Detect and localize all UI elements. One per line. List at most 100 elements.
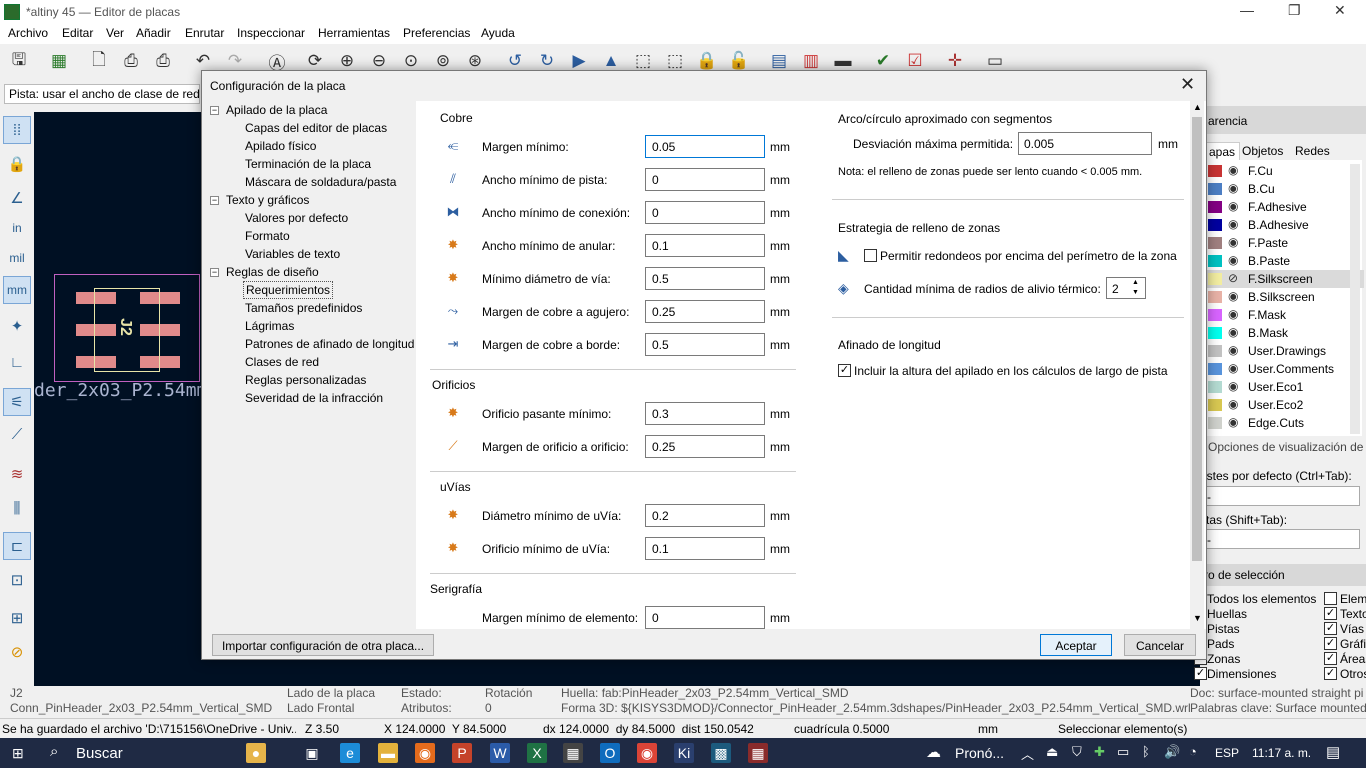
min-clearance-input[interactable]: 0.05: [645, 135, 765, 158]
track-outline-icon[interactable]: ⊘: [3, 638, 31, 666]
layer-row[interactable]: ◉ User.Drawings: [1204, 342, 1364, 360]
filter-graphics-checkbox[interactable]: ✓: [1324, 637, 1337, 650]
tree-item[interactable]: Apilado físico: [245, 139, 316, 153]
layer-row[interactable]: ◉ B.Paste: [1204, 252, 1364, 270]
tree-item-selected[interactable]: Requerimientos: [243, 281, 334, 299]
layer-row[interactable]: ◉ F.Mask: [1204, 306, 1364, 324]
language-indicator[interactable]: ESP: [1215, 746, 1239, 760]
tree-item[interactable]: Severidad de la infracción: [245, 391, 383, 405]
gpu-icon[interactable]: ✚: [1094, 744, 1105, 760]
filter-vias-checkbox[interactable]: ✓: [1324, 622, 1337, 635]
menu-anadir[interactable]: Añadir: [136, 26, 171, 40]
eye-icon[interactable]: ◉: [1228, 361, 1238, 375]
calculator-icon[interactable]: ▦: [563, 743, 583, 763]
layer-row[interactable]: ◉ B.Silkscreen: [1204, 288, 1364, 306]
tab-layers[interactable]: apas: [1204, 142, 1241, 161]
outlook-icon[interactable]: O: [600, 743, 620, 763]
curved-ratsnest-icon[interactable]: ⟋: [3, 420, 31, 448]
grid-toggle-icon[interactable]: ⁞⁞: [3, 116, 31, 144]
people-icon[interactable]: ●: [246, 743, 266, 763]
zone-display-icon[interactable]: ⊏: [3, 532, 31, 560]
collapse-icon[interactable]: −: [210, 106, 219, 115]
min-uvia-diameter-input[interactable]: 0.2: [645, 504, 765, 527]
firefox-icon[interactable]: ◉: [415, 743, 435, 763]
kicad-icon[interactable]: Ki: [674, 743, 694, 763]
weather-icon[interactable]: ☁: [926, 743, 941, 761]
maximize-icon[interactable]: ❐: [1288, 2, 1301, 19]
import-settings-button[interactable]: Importar configuración de otra placa...: [212, 634, 434, 656]
eye-icon[interactable]: ◉: [1228, 343, 1238, 357]
eye-icon[interactable]: ◉: [1228, 307, 1238, 321]
cursor-icon[interactable]: ✦: [3, 312, 31, 340]
weather-text[interactable]: Pronó...: [955, 745, 1004, 761]
layer-row[interactable]: ◉ F.Paste: [1204, 234, 1364, 252]
copper-hole-clearance-input[interactable]: 0.25: [645, 300, 765, 323]
close-icon[interactable]: ✕: [1180, 74, 1195, 95]
layer-row[interactable]: ◉ B.Mask: [1204, 324, 1364, 342]
menu-inspeccionar[interactable]: Inspeccionar: [237, 26, 305, 40]
eye-icon[interactable]: ◉: [1228, 199, 1238, 213]
task-view-icon[interactable]: ▣: [302, 743, 322, 763]
view-options-link[interactable]: Opciones de visualización de: [1208, 440, 1363, 454]
menu-archivo[interactable]: Archivo: [8, 26, 48, 40]
battery-icon[interactable]: ▭: [1117, 744, 1129, 760]
layer-row[interactable]: ◉ Edge.Cuts: [1204, 414, 1364, 432]
close-icon[interactable]: ✕: [1334, 2, 1346, 19]
eye-icon[interactable]: ◉: [1228, 181, 1238, 195]
tree-item[interactable]: Tamaños predefinidos: [245, 301, 362, 315]
menu-ver[interactable]: Ver: [106, 26, 124, 40]
eye-icon[interactable]: ◉: [1228, 235, 1238, 249]
print-icon[interactable]: ⎙: [118, 48, 144, 74]
chrome-icon[interactable]: ◉: [637, 743, 657, 763]
min-through-hole-input[interactable]: 0.3: [645, 402, 765, 425]
schematic-icon[interactable]: ▦: [748, 743, 768, 763]
plot-icon[interactable]: ⎙: [150, 48, 176, 74]
edge-icon[interactable]: e: [340, 743, 360, 763]
via-outline-icon[interactable]: ⊞: [3, 604, 31, 632]
content-scrollbar[interactable]: ▲ ▼: [1190, 101, 1204, 629]
menu-preferencias[interactable]: Preferencias: [403, 26, 470, 40]
eye-icon[interactable]: ◉: [1228, 325, 1238, 339]
allow-fillets-checkbox[interactable]: [864, 249, 877, 262]
max-deviation-input[interactable]: 0.005: [1018, 132, 1152, 155]
min-silk-clearance-input[interactable]: 0: [645, 606, 765, 629]
powerpoint-icon[interactable]: P: [452, 743, 472, 763]
menu-ayuda[interactable]: Ayuda: [481, 26, 515, 40]
search-icon[interactable]: ⌕: [50, 743, 58, 760]
eye-icon[interactable]: ◉: [1228, 217, 1238, 231]
ratsnest-icon[interactable]: ⚟: [3, 388, 31, 416]
spinner-down-icon[interactable]: ▼: [1132, 289, 1139, 296]
filter-areas-checkbox[interactable]: ✓: [1324, 652, 1337, 665]
notifications-icon[interactable]: ▤: [1326, 743, 1340, 761]
drc-lock-icon[interactable]: 🔒: [3, 150, 31, 178]
eye-icon[interactable]: ⊘: [1228, 271, 1238, 285]
tree-item[interactable]: Valores por defecto: [245, 211, 348, 225]
tab-objects[interactable]: Objetos: [1242, 144, 1283, 158]
filter-locked-checkbox[interactable]: [1324, 592, 1337, 605]
page-settings-icon[interactable]: 🗋: [86, 48, 112, 74]
track-width-combo[interactable]: Pista: usar el ancho de clase de red: [4, 84, 200, 104]
units-inch-icon[interactable]: in: [3, 214, 31, 242]
views-combo[interactable]: -: [1200, 529, 1360, 549]
tab-nets[interactable]: Redes: [1295, 144, 1330, 158]
menu-editar[interactable]: Editar: [62, 26, 93, 40]
layer-row-selected[interactable]: ⊘ F.Silkscreen: [1204, 270, 1364, 288]
scroll-up-icon[interactable]: ▲: [1193, 102, 1202, 112]
thermal-spokes-spinner[interactable]: 2: [1106, 277, 1146, 299]
save-icon[interactable]: 🖫: [6, 48, 32, 74]
collapse-icon[interactable]: −: [210, 268, 219, 277]
menu-herramientas[interactable]: Herramientas: [318, 26, 390, 40]
excel-icon[interactable]: X: [527, 743, 547, 763]
defender-icon[interactable]: ⛉: [1072, 744, 1082, 760]
min-via-diameter-input[interactable]: 0.5: [645, 267, 765, 290]
board-setup-icon[interactable]: ▦: [46, 48, 72, 74]
spinner-up-icon[interactable]: ▲: [1132, 279, 1139, 286]
min-connection-width-input[interactable]: 0: [645, 201, 765, 224]
scroll-down-icon[interactable]: ▼: [1193, 613, 1202, 623]
tray-chevron-icon[interactable]: ︿: [1021, 744, 1034, 763]
bluetooth-icon[interactable]: ᛒ: [1142, 744, 1150, 759]
high-contrast-icon[interactable]: ≋: [3, 460, 31, 488]
min-uvia-hole-input[interactable]: 0.1: [645, 537, 765, 560]
eye-icon[interactable]: ◉: [1228, 415, 1238, 429]
eye-icon[interactable]: ◉: [1228, 289, 1238, 303]
